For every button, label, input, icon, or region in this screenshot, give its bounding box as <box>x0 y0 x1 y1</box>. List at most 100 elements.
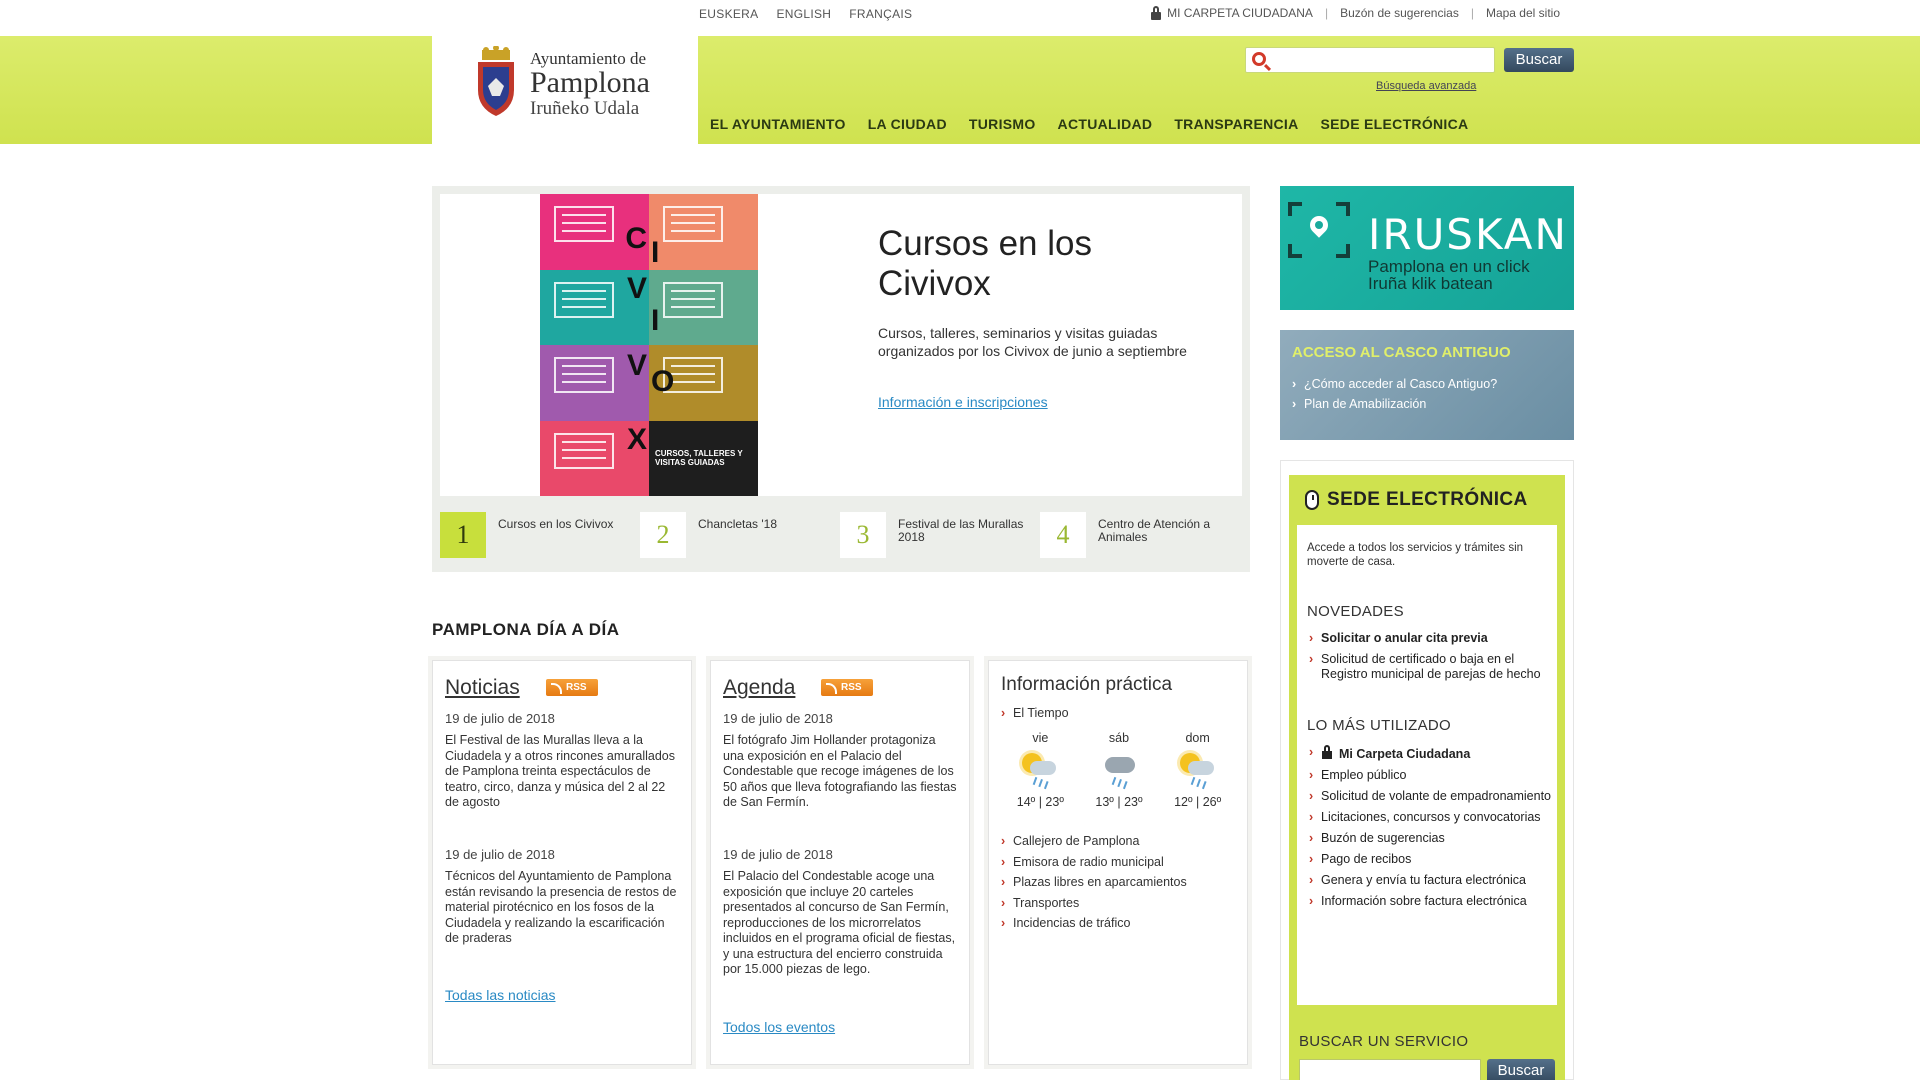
transportes-link[interactable]: Transportes <box>1001 893 1187 914</box>
weather-temp: 12º | 26º <box>1174 795 1222 809</box>
buzon-sugerencias-link[interactable]: Buzón de sugerencias <box>1307 831 1551 846</box>
weather-day: vie 14º | 23º <box>1004 731 1076 809</box>
info-factura-link[interactable]: Información sobre factura electrónica <box>1307 894 1551 909</box>
noticias-title[interactable]: Noticias <box>445 676 520 700</box>
buzon-link[interactable]: Buzón de sugerencias <box>1340 6 1459 20</box>
hero-title: Cursos en los Civivox <box>878 224 1092 303</box>
building-icon <box>554 357 614 393</box>
location-frame-icon <box>1288 202 1350 258</box>
casco-links: ¿Cómo acceder al Casco Antiguo? Plan de … <box>1292 374 1497 414</box>
slider-tab-label: Chancletas '18 <box>698 517 778 531</box>
slider-tab-number: 4 <box>1040 512 1086 558</box>
poster-cell: X <box>540 420 649 496</box>
all-news-link[interactable]: Todas las noticias <box>445 987 556 1003</box>
advanced-search-link[interactable]: Búsqueda avanzada <box>1376 80 1476 92</box>
mas-utilizado-list: Mi Carpeta Ciudadana Empleo público Soli… <box>1307 745 1551 915</box>
slider-tab-1[interactable]: 1 Cursos en los Civivox <box>440 512 640 558</box>
trafico-link[interactable]: Incidencias de tráfico <box>1001 913 1187 934</box>
pago-recibos-link[interactable]: Pago de recibos <box>1307 852 1551 867</box>
mi-carpeta-label: Mi Carpeta Ciudadana <box>1339 747 1471 761</box>
lang-francais[interactable]: FRANÇAIS <box>849 7 912 21</box>
poster-letter: X <box>626 422 647 456</box>
tiempo-list: El Tiempo <box>1001 703 1069 724</box>
info-practica-card: Información práctica El Tiempo vie 14º |… <box>988 660 1248 1065</box>
nav-sede-electronica[interactable]: SEDE ELECTRÓNICA <box>1321 116 1469 132</box>
slide-content: C I V I V O X CURSOS, TALLERES Y VISITAS… <box>440 194 1242 496</box>
rss-icon[interactable]: RSS <box>546 679 598 696</box>
cita-previa-link[interactable]: Solicitar o anular cita previa <box>1307 631 1551 646</box>
mi-carpeta-item[interactable]: Mi Carpeta Ciudadana <box>1307 745 1551 762</box>
nav-turismo[interactable]: TURISMO <box>969 116 1036 132</box>
language-selector: EUSKERA ENGLISH FRANÇAIS <box>699 7 912 21</box>
news-date: 19 de julio de 2018 <box>445 847 555 862</box>
slider-tab-number: 3 <box>840 512 886 558</box>
poster-letter: V <box>626 349 647 382</box>
hero-description: Cursos, talleres, seminarios y visitas g… <box>878 325 1187 359</box>
slider-tab-2[interactable]: 2 Chancletas '18 <box>640 512 840 558</box>
weather-temp: 13º | 23º <box>1095 795 1143 809</box>
lang-euskera[interactable]: EUSKERA <box>699 7 758 21</box>
agenda-card: Agenda RSS 19 de julio de 2018 El fotógr… <box>710 660 970 1065</box>
factura-electronica-link[interactable]: Genera y envía tu factura electrónica <box>1307 873 1551 888</box>
tiempo-link[interactable]: El Tiempo <box>1001 703 1069 724</box>
casco-title[interactable]: ACCESO AL CASCO ANTIGUO <box>1292 344 1511 361</box>
sun-rain-icon <box>1020 751 1060 787</box>
radio-link[interactable]: Emisora de radio municipal <box>1001 852 1187 873</box>
empadronamiento-link[interactable]: Solicitud de volante de empadronamiento <box>1307 789 1551 804</box>
casco-access-link[interactable]: ¿Cómo acceder al Casco Antiguo? <box>1292 374 1497 394</box>
nav-ayuntamiento[interactable]: EL AYUNTAMIENTO <box>710 116 846 132</box>
building-icon <box>554 432 614 469</box>
header-search-button[interactable]: Buscar <box>1504 48 1574 72</box>
poster-letter: I <box>651 303 660 337</box>
registro-parejas-link[interactable]: Solicitud de certificado o baja en el Re… <box>1307 652 1551 682</box>
empleo-link[interactable]: Empleo público <box>1307 768 1551 783</box>
iruskan-title: IRUSKAN <box>1368 210 1568 259</box>
weather-day-name: vie <box>1032 731 1049 745</box>
weather-forecast: vie 14º | 23º sáb 13º | 23º dom 12º | 26… <box>1001 731 1237 809</box>
slider-tab-label: Festival de las Murallas 2018 <box>898 517 1024 544</box>
civivox-poster[interactable]: C I V I V O X CURSOS, TALLERES Y VISITAS… <box>540 194 758 496</box>
coat-of-arms-icon <box>478 46 514 116</box>
iruskan-banner[interactable]: IRUSKAN Pamplona en un click Iruña klik … <box>1280 186 1574 310</box>
all-events-link[interactable]: Todos los eventos <box>723 1019 835 1035</box>
header-search-input[interactable] <box>1274 50 1489 70</box>
sede-green-box: SEDE ELECTRÓNICA Accede a todos los serv… <box>1289 475 1565 1080</box>
lang-english[interactable]: ENGLISH <box>776 7 831 21</box>
building-icon <box>554 206 614 242</box>
news-text[interactable]: El Festival de las Murallas lleva a la C… <box>445 733 681 811</box>
mi-carpeta-link[interactable]: MI CARPETA CIUDADANA <box>1167 6 1313 20</box>
hero-info-link[interactable]: Información e inscripciones <box>878 394 1048 410</box>
nav-transparencia[interactable]: TRANSPARENCIA <box>1174 116 1298 132</box>
sede-intro: Accede a todos los servicios y trámites … <box>1307 542 1524 568</box>
service-search-button[interactable]: Buscar <box>1487 1059 1555 1080</box>
mas-utilizado-heading: LO MÁS UTILIZADO <box>1307 717 1451 734</box>
poster-letter: V <box>626 271 647 305</box>
service-search-input[interactable] <box>1299 1059 1481 1080</box>
plan-amabilizacion-link[interactable]: Plan de Amabilización <box>1292 394 1497 414</box>
slider-tab-label: Cursos en los Civivox <box>498 517 614 531</box>
nav-actualidad[interactable]: ACTUALIDAD <box>1058 116 1153 132</box>
slider-tab-3[interactable]: 3 Festival de las Murallas 2018 <box>840 512 1040 558</box>
aparcamientos-link[interactable]: Plazas libres en aparcamientos <box>1001 872 1187 893</box>
rss-icon[interactable]: RSS <box>821 679 873 696</box>
event-text[interactable]: El fotógrafo Jim Hollander protagoniza u… <box>723 733 959 811</box>
practical-links: Callejero de Pamplona Emisora de radio m… <box>1001 831 1187 934</box>
hero-slider: C I V I V O X CURSOS, TALLERES Y VISITAS… <box>432 186 1250 572</box>
search-icon <box>1252 52 1266 66</box>
mapa-link[interactable]: Mapa del sitio <box>1486 6 1560 20</box>
event-text[interactable]: El Palacio del Condestable acoge una exp… <box>723 869 959 978</box>
main-navigation: EL AYUNTAMIENTO LA CIUDAD TURISMO ACTUAL… <box>710 116 1468 132</box>
callejero-link[interactable]: Callejero de Pamplona <box>1001 831 1187 852</box>
agenda-title[interactable]: Agenda <box>723 676 795 700</box>
site-logo[interactable]: Ayuntamiento de Pamplona Iruñeko Udala <box>432 36 698 144</box>
section-title: PAMPLONA DÍA A DÍA <box>432 620 620 639</box>
weather-temp: 14º | 23º <box>1016 795 1064 809</box>
sede-heading[interactable]: SEDE ELECTRÓNICA <box>1305 489 1528 511</box>
news-text[interactable]: Técnicos del Ayuntamiento de Pamplona es… <box>445 869 681 947</box>
sede-title: SEDE ELECTRÓNICA <box>1327 489 1528 510</box>
novedades-list: Solicitar o anular cita previa Solicitud… <box>1307 631 1551 688</box>
sun-rain-icon <box>1178 751 1218 787</box>
licitaciones-link[interactable]: Licitaciones, concursos y convocatorias <box>1307 810 1551 825</box>
nav-ciudad[interactable]: LA CIUDAD <box>868 116 947 132</box>
slider-tab-4[interactable]: 4 Centro de Atención a Animales <box>1040 512 1240 558</box>
